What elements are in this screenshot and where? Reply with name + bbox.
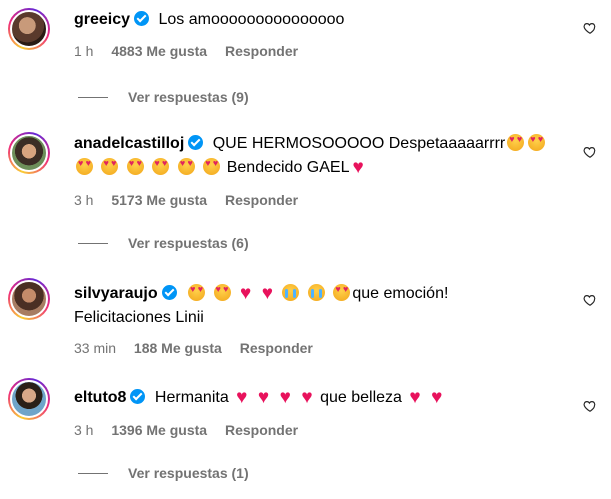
username[interactable]: anadelcastilloj (74, 135, 184, 152)
likes-count[interactable]: 1396 Me gusta (111, 422, 207, 438)
comment-body: greeicy Los amooooooooooooooo (74, 8, 571, 32)
comment-meta: 3 h 5173 Me gusta Responder (74, 191, 312, 209)
heart-eyes-emoji-icon (507, 134, 525, 151)
comment-meta: 3 h 1396 Me gusta Responder (74, 421, 312, 439)
comment-text: Hermanita (154, 389, 229, 406)
avatar[interactable] (8, 378, 50, 420)
heart-eyes-emoji-icon (333, 284, 351, 301)
timestamp: 3 h (74, 422, 94, 438)
reply-button[interactable]: Responder (225, 192, 298, 208)
view-replies-button[interactable]: Ver respuestas (6) (78, 234, 249, 252)
heart-eyes-emoji-icon (177, 158, 195, 175)
comment-text-2: Felicitaciones Linii (74, 309, 204, 326)
replies-divider (78, 242, 108, 244)
comment-text-2: que belleza (320, 389, 402, 406)
replies-divider (78, 96, 108, 98)
likes-count[interactable]: 4883 Me gusta (111, 43, 207, 59)
view-replies-label: Ver respuestas (9) (128, 89, 249, 105)
comment-body: anadelcastilloj QUE HERMOSOOOOO Despetaa… (74, 132, 571, 180)
heart-emoji-icon: ♥ (239, 283, 252, 304)
heart-eyes-emoji-icon (528, 134, 546, 151)
heart-emoji-icon: ♥ (431, 387, 443, 408)
heart-eyes-emoji-icon (126, 158, 144, 175)
avatar[interactable] (8, 132, 50, 174)
verified-badge-icon (130, 389, 146, 404)
verified-badge-icon (134, 11, 150, 26)
reply-button[interactable]: Responder (240, 340, 313, 356)
heart-emoji-icon: ♥ (409, 387, 421, 408)
heart-emoji-icon: ♥ (352, 157, 364, 178)
timestamp: 1 h (74, 43, 94, 59)
heart-eyes-emoji-icon (203, 158, 221, 175)
heart-outline-icon[interactable] (583, 293, 597, 307)
reply-button[interactable]: Responder (225, 422, 298, 438)
heart-eyes-emoji-icon (213, 284, 231, 301)
comment-text: Los amooooooooooooooo (158, 11, 345, 28)
avatar[interactable] (8, 278, 50, 320)
heart-eyes-emoji-icon (101, 158, 119, 175)
reply-button[interactable]: Responder (225, 43, 298, 59)
verified-badge-icon (188, 135, 204, 150)
comment-meta: 33 min 188 Me gusta Responder (74, 339, 327, 357)
username[interactable]: silvyaraujo (74, 285, 158, 302)
likes-count[interactable]: 188 Me gusta (134, 340, 222, 356)
view-replies-label: Ver respuestas (1) (128, 465, 249, 481)
username[interactable]: eltuto8 (74, 389, 126, 406)
crying-emoji-icon (282, 284, 300, 301)
likes-count[interactable]: 5173 Me gusta (111, 192, 207, 208)
heart-outline-icon[interactable] (583, 21, 597, 35)
heart-emoji-icon: ♥ (279, 387, 291, 408)
heart-eyes-emoji-icon (76, 158, 93, 175)
heart-eyes-emoji-icon (188, 284, 206, 301)
replies-divider (78, 472, 108, 474)
heart-eyes-emoji-icon (152, 158, 170, 175)
heart-outline-icon[interactable] (583, 145, 597, 159)
avatar[interactable] (8, 8, 50, 50)
heart-outline-icon[interactable] (583, 399, 597, 413)
crying-emoji-icon (307, 284, 325, 301)
comment-body: silvyaraujo ♥ ♥ que emoción! Felicitacio… (74, 282, 571, 330)
timestamp: 33 min (74, 340, 117, 356)
comment-text: QUE HERMOSOOOOO Despetaaaaarrrr (212, 135, 506, 152)
username[interactable]: greeicy (74, 11, 130, 28)
view-replies-label: Ver respuestas (6) (128, 235, 249, 251)
view-replies-button[interactable]: Ver respuestas (9) (78, 88, 249, 106)
heart-emoji-icon: ♥ (301, 387, 313, 408)
verified-badge-icon (161, 285, 177, 300)
heart-emoji-icon: ♥ (236, 387, 248, 408)
view-replies-button[interactable]: Ver respuestas (1) (78, 464, 249, 482)
comment-text-2: Bendecido GAEL (226, 159, 350, 176)
heart-emoji-icon: ♥ (257, 387, 270, 408)
timestamp: 3 h (74, 192, 94, 208)
comment-text: que emoción! (352, 285, 449, 302)
heart-emoji-icon: ♥ (261, 283, 273, 304)
comment-body: eltuto8 Hermanita ♥ ♥ ♥ ♥ que belleza ♥ … (74, 386, 571, 410)
comment-meta: 1 h 4883 Me gusta Responder (74, 42, 312, 60)
